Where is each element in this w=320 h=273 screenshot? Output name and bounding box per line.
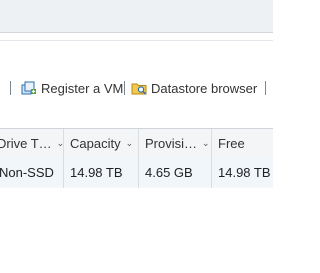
column-divider[interactable]	[211, 129, 212, 188]
datastore-browser-button[interactable]: Datastore browser	[131, 79, 257, 97]
cell-capacity: 14.98 TB	[70, 165, 123, 180]
cell-drive-type: Non-SSD	[0, 165, 54, 180]
empty-area	[0, 188, 273, 273]
column-header-capacity[interactable]: Capacity ⌄	[63, 129, 138, 158]
cell-free: 14.98 TB	[218, 165, 271, 180]
toolbar: Register a VM Datastore browser	[0, 76, 273, 100]
column-divider[interactable]	[138, 129, 139, 188]
column-header-label: Capacity	[70, 136, 121, 151]
register-vm-button[interactable]: Register a VM	[21, 79, 123, 97]
chevron-down-icon[interactable]: ⌄	[202, 138, 210, 149]
column-divider[interactable]	[63, 129, 64, 188]
chevron-down-icon[interactable]: ⌄	[126, 138, 134, 149]
column-header-provisioned[interactable]: Provisi… ⌄	[138, 129, 211, 158]
datastore-table: Drive T… ⌄ Capacity ⌄ Provisi… ⌄ Free ⌄ …	[0, 128, 273, 189]
toolbar-separator	[265, 81, 266, 95]
header-band	[0, 0, 273, 33]
datastore-browser-icon	[131, 80, 147, 96]
column-header-drive-type[interactable]: Drive T… ⌄	[0, 129, 63, 158]
datastore-browser-label: Datastore browser	[151, 80, 258, 96]
register-vm-label: Register a VM	[41, 80, 124, 96]
cell-provisioned: 4.65 GB	[145, 165, 193, 180]
toolbar-separator	[124, 81, 125, 95]
panel-divider	[0, 40, 273, 41]
toolbar-separator	[10, 81, 11, 95]
column-header-label: Drive T…	[0, 136, 52, 151]
table-row[interactable]: Non-SSD 14.98 TB 4.65 GB 14.98 TB	[0, 158, 273, 187]
register-vm-icon	[21, 80, 37, 96]
column-header-free[interactable]: Free ⌄	[211, 129, 273, 158]
table-header-row: Drive T… ⌄ Capacity ⌄ Provisi… ⌄ Free ⌄	[0, 129, 273, 159]
column-header-label: Free	[218, 136, 245, 151]
column-header-label: Provisi…	[145, 136, 198, 151]
